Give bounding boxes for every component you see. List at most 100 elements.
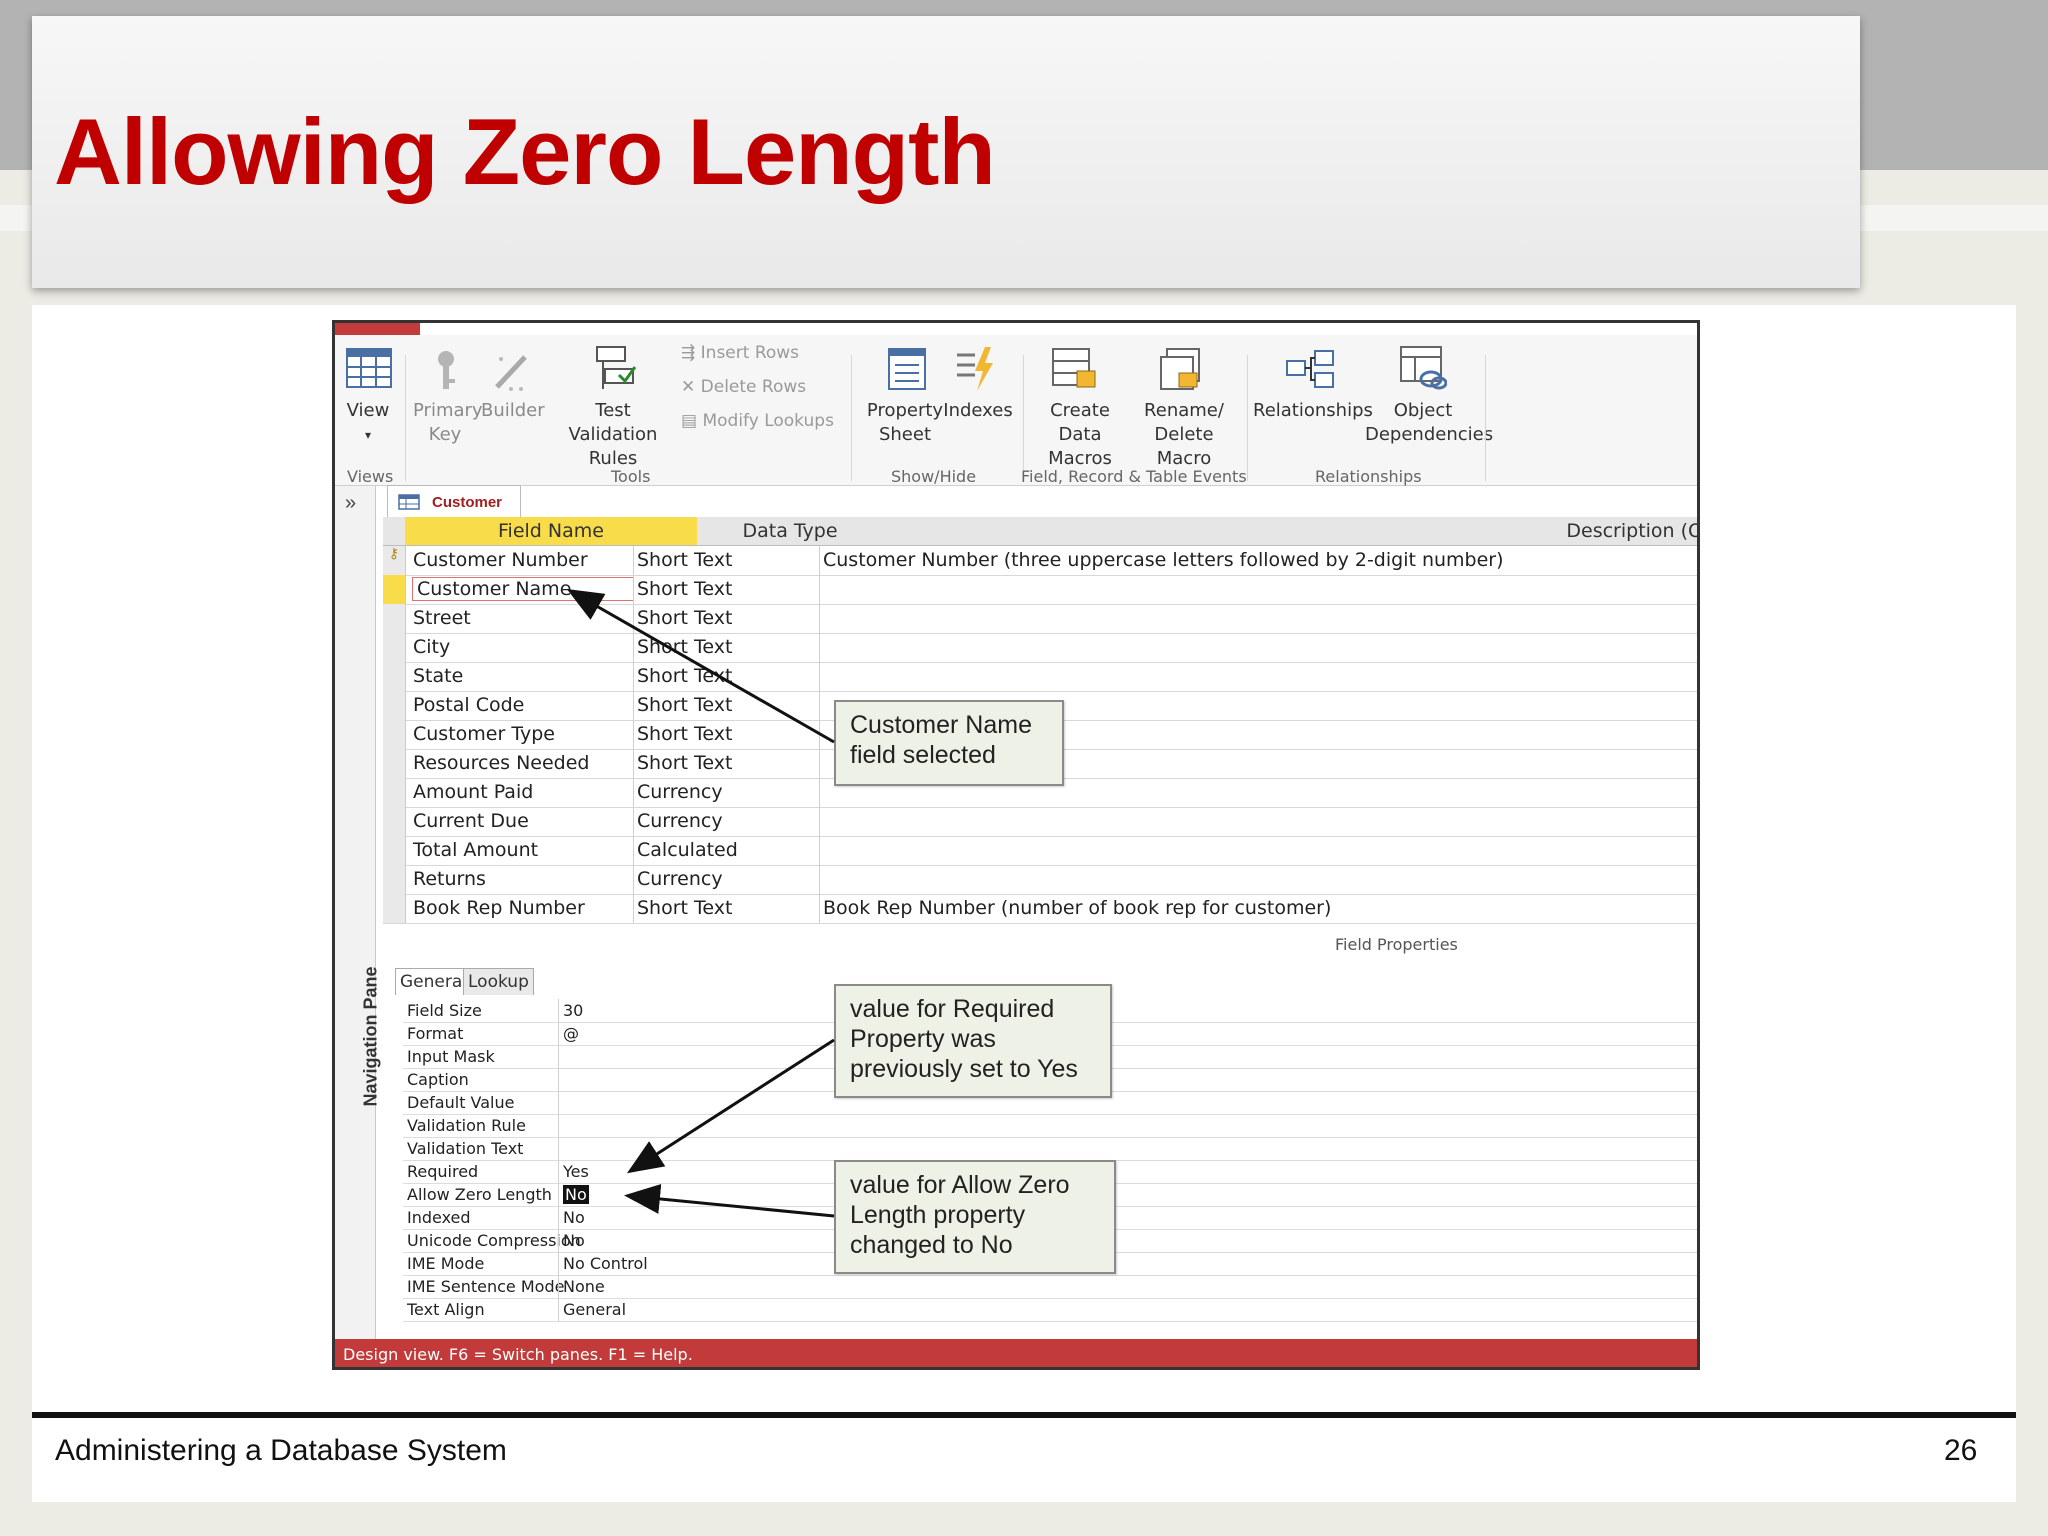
property-value[interactable]: General xyxy=(563,1300,626,1319)
separator xyxy=(1247,355,1248,481)
data-type-cell[interactable]: Short Text xyxy=(637,607,732,629)
row-selector[interactable] xyxy=(383,633,406,662)
column-divider xyxy=(819,807,820,836)
field-name-cell[interactable]: Amount Paid xyxy=(413,781,533,803)
field-name-cell[interactable]: Customer Type xyxy=(413,723,555,745)
table-row[interactable]: Customer Name Short Text xyxy=(383,575,1697,605)
field-name-cell[interactable]: Resources Needed xyxy=(413,752,589,774)
property-value[interactable]: None xyxy=(563,1277,605,1296)
table-row[interactable]: ⚷ Customer Number Short Text Customer Numbe… xyxy=(383,546,1697,576)
view-button[interactable]: View xyxy=(343,399,393,423)
tab-lookup[interactable]: Lookup xyxy=(463,968,534,995)
column-divider xyxy=(558,1183,559,1206)
property-value[interactable]: Yes xyxy=(563,1162,589,1181)
column-divider xyxy=(819,546,820,575)
builder-button[interactable]: Builder xyxy=(481,399,545,423)
property-value[interactable]: No xyxy=(563,1185,589,1204)
field-name-cell[interactable]: Customer Number xyxy=(413,549,588,571)
indexes-button[interactable]: Indexes xyxy=(943,399,1013,423)
data-type-cell[interactable]: Short Text xyxy=(637,665,732,687)
object-dependencies-button[interactable]: Object Dependencies xyxy=(1365,399,1493,447)
property-name: Indexed xyxy=(407,1208,471,1227)
property-value[interactable]: 30 xyxy=(563,1001,583,1020)
description-cell[interactable]: Book Rep Number (number of book rep for … xyxy=(823,897,1331,919)
field-name-cell[interactable]: Customer Name xyxy=(412,577,634,601)
column-header-data-type[interactable]: Data Type xyxy=(697,517,883,546)
status-text: Design view. F6 = Switch panes. F1 = Hel… xyxy=(343,1345,693,1364)
table-row[interactable]: Street Short Text xyxy=(383,604,1697,634)
delete-rows-button[interactable]: ✕ Delete Rows xyxy=(681,377,806,397)
row-selector[interactable] xyxy=(383,662,406,691)
property-value[interactable]: No xyxy=(563,1208,585,1227)
field-name-cell[interactable]: City xyxy=(413,636,450,658)
data-type-cell[interactable]: Short Text xyxy=(637,578,732,600)
modify-lookups-button[interactable]: ▤ Modify Lookups xyxy=(681,411,834,431)
column-divider xyxy=(819,865,820,894)
test-validation-rules-button[interactable]: Test Validation Rules xyxy=(549,399,677,471)
data-type-cell[interactable]: Short Text xyxy=(637,636,732,658)
tab-general[interactable]: General xyxy=(395,968,472,995)
data-type-cell[interactable]: Currency xyxy=(637,810,723,832)
field-name-cell[interactable]: Returns xyxy=(413,868,486,890)
property-value[interactable]: No xyxy=(563,1231,585,1250)
table-row[interactable]: Current Due Currency xyxy=(383,807,1697,837)
expand-navigation-icon[interactable]: » xyxy=(345,492,356,515)
property-value[interactable]: No Control xyxy=(563,1254,648,1273)
table-row[interactable]: Returns Currency xyxy=(383,865,1697,895)
table-row[interactable]: State Short Text xyxy=(383,662,1697,692)
field-name-cell[interactable]: Total Amount xyxy=(413,839,538,861)
column-divider xyxy=(558,1114,559,1137)
row-selector[interactable] xyxy=(383,807,406,836)
column-header-description[interactable]: Description (O xyxy=(883,517,1697,546)
primary-key-button[interactable]: Primary Key xyxy=(413,399,483,447)
rename-delete-macro-icon xyxy=(1160,348,1200,390)
data-type-cell[interactable]: Calculated xyxy=(637,839,738,861)
create-data-macros-button[interactable]: Create Data Macros xyxy=(1031,399,1129,471)
data-type-cell[interactable]: Short Text xyxy=(637,549,732,571)
property-sheet-icon xyxy=(888,348,926,390)
insert-rows-button[interactable]: ⇶ Insert Rows xyxy=(681,343,799,363)
row-selector[interactable] xyxy=(383,836,406,865)
data-type-cell[interactable]: Short Text xyxy=(637,723,732,745)
row-selector[interactable] xyxy=(383,575,406,604)
navigation-pane[interactable]: » Navigation Pane xyxy=(335,486,381,1367)
property-value[interactable]: @ xyxy=(563,1024,579,1043)
row-selector[interactable] xyxy=(383,894,406,923)
row-selector[interactable] xyxy=(383,778,406,807)
data-type-cell[interactable]: Short Text xyxy=(637,897,732,919)
column-divider xyxy=(819,575,820,604)
row-selector[interactable] xyxy=(383,604,406,633)
data-type-cell[interactable]: Short Text xyxy=(637,752,732,774)
column-divider xyxy=(633,749,634,778)
field-name-cell[interactable]: Street xyxy=(413,607,471,629)
property-row[interactable]: Validation Text xyxy=(403,1137,1697,1161)
property-row[interactable]: Validation Rule xyxy=(403,1114,1697,1138)
row-selector[interactable] xyxy=(383,691,406,720)
property-row[interactable]: Text Align General xyxy=(403,1298,1697,1322)
data-type-cell[interactable]: Short Text xyxy=(637,694,732,716)
row-selector[interactable] xyxy=(383,720,406,749)
relationships-button[interactable]: Relationships xyxy=(1253,399,1373,423)
property-sheet-button[interactable]: Property Sheet xyxy=(865,399,945,447)
column-header-field-name[interactable]: Field Name xyxy=(405,517,697,546)
row-selector[interactable] xyxy=(383,749,406,778)
data-type-cell[interactable]: Currency xyxy=(637,868,723,890)
row-selector[interactable]: ⚷ xyxy=(383,546,406,575)
field-name-cell[interactable]: Postal Code xyxy=(413,694,524,716)
group-field-record-events-label: Field, Record & Table Events xyxy=(1021,467,1247,486)
table-row[interactable]: Book Rep Number Short Text Book Rep Number… xyxy=(383,894,1697,924)
description-cell[interactable]: Customer Number (three uppercase letters… xyxy=(823,549,1504,571)
data-type-cell[interactable]: Currency xyxy=(637,781,723,803)
column-divider xyxy=(819,662,820,691)
group-views-label: Views xyxy=(347,467,394,486)
field-name-cell[interactable]: State xyxy=(413,665,463,687)
table-row[interactable]: Total Amount Calculated xyxy=(383,836,1697,866)
field-name-cell[interactable]: Book Rep Number xyxy=(413,897,585,919)
row-selector[interactable] xyxy=(383,865,406,894)
property-row[interactable]: IME Sentence Mode None xyxy=(403,1275,1697,1299)
tab-customer[interactable]: Customer xyxy=(387,485,521,518)
table-row[interactable]: City Short Text xyxy=(383,633,1697,663)
view-dropdown-icon[interactable]: ▾ xyxy=(343,423,393,447)
rename-delete-macro-button[interactable]: Rename/ Delete Macro xyxy=(1125,399,1243,471)
field-name-cell[interactable]: Current Due xyxy=(413,810,529,832)
